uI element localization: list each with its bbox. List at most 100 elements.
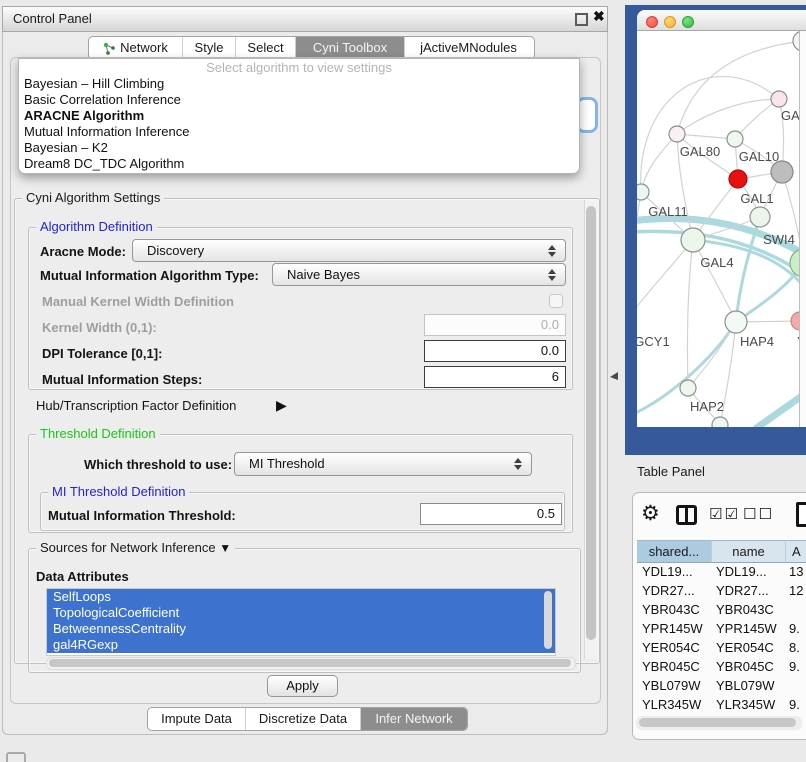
dpi-tolerance-label: DPI Tolerance [0,1]: bbox=[42, 346, 162, 361]
network-edges-teal[interactable] bbox=[637, 217, 806, 427]
settings-scrollbar-thumb[interactable] bbox=[586, 206, 596, 640]
manual-kernel-width-label: Manual Kernel Width Definition bbox=[42, 294, 234, 309]
sources-group-title[interactable]: Sources for Network Inference ▼ bbox=[36, 541, 235, 555]
attribute-item-selected[interactable]: BetweennessCentrality bbox=[47, 621, 555, 637]
algorithm-option[interactable]: Dream8 DC_TDC Algorithm bbox=[19, 156, 579, 172]
table-panel-title: Table Panel bbox=[637, 464, 705, 479]
columns-icon[interactable] bbox=[676, 505, 697, 525]
mi-threshold-group-title: MI Threshold Definition bbox=[48, 485, 189, 499]
apply-button[interactable]: Apply bbox=[267, 675, 338, 697]
tab-style[interactable]: Style bbox=[182, 37, 235, 59]
network-icon bbox=[103, 42, 116, 55]
mi-algorithm-type-label: Mutual Information Algorithm Type: bbox=[40, 268, 259, 283]
algorithm-option[interactable]: Bayesian – K2 bbox=[19, 140, 579, 156]
dpi-tolerance-field[interactable]: 0.0 bbox=[424, 340, 566, 362]
tab-select[interactable]: Select bbox=[235, 37, 295, 59]
attribute-item-selected[interactable]: gal4RGexp bbox=[47, 637, 555, 653]
close-traffic-light-icon[interactable] bbox=[646, 16, 658, 28]
stepper-arrows-icon bbox=[548, 244, 556, 258]
mi-threshold-label: Mutual Information Threshold: bbox=[48, 508, 236, 523]
network-graph[interactable]: GAL GAL80 GAL10 GAL1 GAL11 SWI4 GAL4 GCY… bbox=[637, 31, 806, 427]
table-row[interactable]: YBR043CYBR043C bbox=[637, 600, 806, 619]
table-row[interactable]: YDR27...YDR27...12 bbox=[637, 581, 806, 600]
select-all-checkboxes-icon[interactable]: ☑☑ bbox=[709, 505, 740, 523]
node-gal4[interactable] bbox=[681, 228, 705, 252]
mouse-cursor bbox=[610, 372, 618, 380]
collapse-arrow-icon: ▼ bbox=[219, 541, 231, 555]
list-scrollbar-thumb[interactable] bbox=[544, 591, 552, 649]
node-gal-partial[interactable] bbox=[771, 91, 787, 107]
network-window-titlebar[interactable] bbox=[637, 10, 806, 31]
stepper-arrows-icon bbox=[548, 268, 556, 282]
sources-hscrollbar-thumb[interactable] bbox=[49, 659, 571, 667]
column-header-name[interactable]: name bbox=[712, 540, 786, 563]
network-view-scrollbar[interactable] bbox=[799, 31, 806, 427]
node-gal1[interactable] bbox=[750, 207, 770, 227]
node-label: GAL1 bbox=[740, 191, 773, 206]
control-panel-titlebar: Control Panel bbox=[2, 6, 608, 32]
bottom-tabs: Impute Data Discretize Data Infer Networ… bbox=[147, 707, 468, 731]
aracne-mode-select[interactable]: Discovery bbox=[132, 239, 566, 262]
tab-impute-data[interactable]: Impute Data bbox=[148, 708, 245, 730]
mi-steps-label: Mutual Information Steps: bbox=[42, 372, 202, 387]
which-threshold-select[interactable]: MI Threshold bbox=[234, 452, 532, 476]
table-row[interactable]: YBL079WYBL079W bbox=[637, 676, 806, 695]
zoom-traffic-light-icon[interactable] bbox=[682, 16, 694, 28]
stepper-arrows-icon bbox=[514, 457, 522, 471]
tab-network[interactable]: Network bbox=[89, 37, 182, 59]
hub-definition-label[interactable]: Hub/Transcription Factor Definition bbox=[36, 398, 236, 413]
node-partial-bottom[interactable] bbox=[712, 417, 728, 427]
mi-steps-field[interactable]: 6 bbox=[424, 366, 566, 388]
node-hap4[interactable] bbox=[725, 311, 747, 333]
threshold-definition-title: Threshold Definition bbox=[36, 427, 160, 441]
algorithm-option[interactable]: Basic Correlation Inference bbox=[19, 92, 579, 108]
table-row[interactable]: YDL19...YDL19...13 bbox=[637, 562, 806, 581]
node-gray[interactable] bbox=[771, 161, 793, 183]
node-gal11[interactable] bbox=[637, 184, 649, 200]
gear-icon[interactable]: ⚙ bbox=[641, 501, 660, 525]
node-label: GCY1 bbox=[637, 334, 670, 349]
expand-arrow-icon[interactable]: ▶ bbox=[276, 397, 287, 414]
document-icon[interactable] bbox=[796, 502, 806, 527]
kernel-width-field[interactable]: 0.0 bbox=[424, 314, 566, 336]
which-threshold-label: Which threshold to use: bbox=[84, 457, 232, 472]
table-hscrollbar-track[interactable] bbox=[636, 716, 802, 730]
deselect-all-checkboxes-icon[interactable]: ☐☐ bbox=[743, 505, 774, 523]
dropdown-prompt: Select algorithm to view settings bbox=[19, 59, 579, 76]
manual-kernel-width-checkbox[interactable] bbox=[549, 294, 563, 308]
node-gal80[interactable] bbox=[669, 126, 685, 142]
control-panel-title: Control Panel bbox=[13, 11, 92, 26]
attribute-item-selected[interactable]: SelfLoops bbox=[47, 589, 555, 605]
node-red[interactable] bbox=[729, 170, 747, 188]
table-row[interactable]: YPR145WYPR145W9. bbox=[637, 619, 806, 638]
tab-infer-network[interactable]: Infer Network bbox=[360, 708, 467, 730]
mini-corner-button[interactable] bbox=[6, 752, 26, 762]
algorithm-option[interactable]: Bayesian – Hill Climbing bbox=[19, 76, 579, 92]
algorithm-option-selected[interactable]: ARACNE Algorithm bbox=[19, 108, 579, 124]
table-row[interactable]: YBR045CYBR045C9. bbox=[637, 657, 806, 676]
table-row[interactable]: YER054CYER054C8. bbox=[637, 638, 806, 657]
node-label: HAP4 bbox=[740, 334, 774, 349]
close-icon[interactable]: ✖ bbox=[593, 8, 605, 25]
kernel-width-label: Kernel Width (0,1): bbox=[42, 320, 157, 335]
algorithm-definition-title: Algorithm Definition bbox=[36, 220, 157, 234]
mi-threshold-field[interactable]: 0.5 bbox=[420, 503, 562, 525]
network-nodes[interactable] bbox=[637, 31, 806, 427]
tab-jactivemnodules[interactable]: jActiveMNodules bbox=[404, 37, 532, 59]
column-header-shared-name[interactable]: shared... bbox=[637, 540, 712, 563]
float-window-icon[interactable] bbox=[575, 13, 588, 26]
column-header-partial[interactable]: A bbox=[786, 540, 806, 563]
sources-hscrollbar-track[interactable] bbox=[46, 657, 576, 670]
aracne-mode-label: Aracne Mode: bbox=[40, 244, 126, 259]
node-hap2[interactable] bbox=[680, 380, 696, 396]
tab-discretize-data[interactable]: Discretize Data bbox=[245, 708, 360, 730]
mi-algorithm-type-select[interactable]: Naive Bayes bbox=[272, 263, 566, 286]
tab-cyni-toolbox[interactable]: Cyni Toolbox bbox=[295, 37, 404, 59]
node-gal10[interactable] bbox=[727, 131, 743, 147]
node-label: GAL4 bbox=[700, 255, 733, 270]
attribute-item-selected[interactable]: TopologicalCoefficient bbox=[47, 605, 555, 621]
table-hscrollbar-thumb[interactable] bbox=[639, 718, 796, 727]
minimize-traffic-light-icon[interactable] bbox=[664, 16, 676, 28]
algorithm-option[interactable]: Mutual Information Inference bbox=[19, 124, 579, 140]
settings-group-title: Cyni Algorithm Settings bbox=[22, 191, 164, 205]
